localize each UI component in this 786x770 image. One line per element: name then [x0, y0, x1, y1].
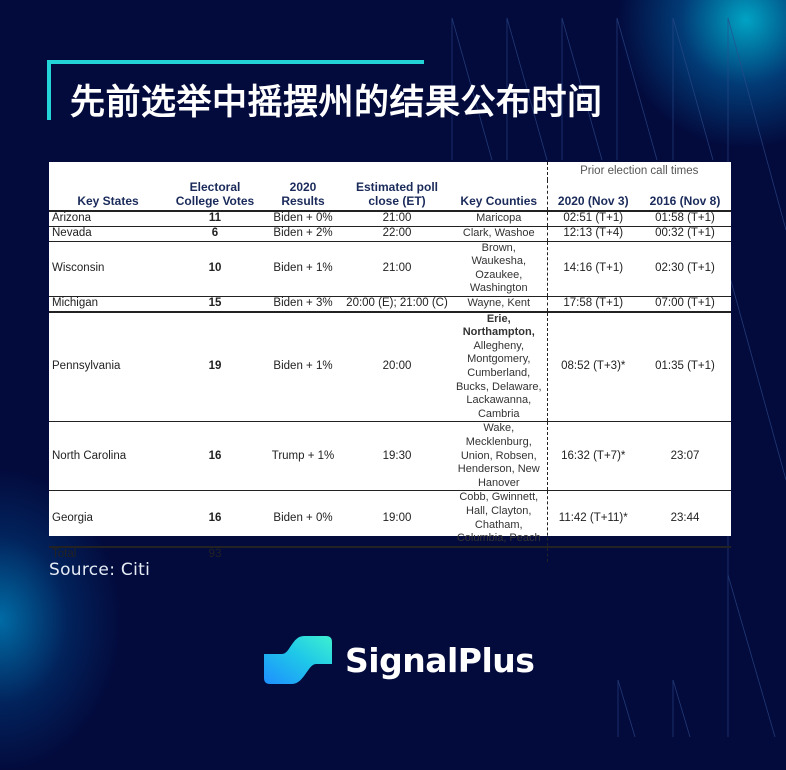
key-counties: Brown, Waukesha, Ozaukee, Washington [451, 240, 547, 297]
state-name: Michigan [49, 295, 167, 312]
call-time-2020: 11:42 (T+11)* [546, 490, 639, 547]
title-accent-bar [47, 60, 424, 64]
header-poll-close: Estimated poll close (ET) [355, 180, 438, 208]
poll-close: 20:00 (E); 21:00 (C) [343, 295, 451, 312]
call-time-2016: 23:07 [639, 421, 731, 491]
electoral-votes: 11 [167, 209, 263, 227]
poll-close: 19:30 [343, 421, 451, 491]
title-accent-bar-vertical [47, 60, 51, 120]
key-counties: Maricopa [451, 209, 547, 227]
header-electoral-votes: Electoral College Votes [175, 180, 255, 208]
electoral-votes: 16 [167, 490, 263, 547]
table-row: Wisconsin 10 Biden + 1% 21:00 Brown, Wau… [49, 240, 731, 297]
call-time-2016: 07:00 (T+1) [639, 295, 731, 312]
swing-states-table: Prior election call times Key States Ele… [49, 162, 731, 562]
electoral-votes: 15 [167, 295, 263, 312]
call-time-2020: 12:13 (T+4) [546, 225, 639, 242]
call-time-2016: 01:35 (T+1) [639, 310, 731, 422]
table-row: Pennsylvania 19 Biden + 1% 20:00 Erie, N… [49, 310, 731, 422]
prior-election-group-header: Prior election call times [546, 162, 731, 180]
call-time-2020: 17:58 (T+1) [546, 295, 639, 312]
result-2020: Trump + 1% [263, 421, 343, 491]
call-time-2016: 02:30 (T+1) [639, 240, 731, 297]
table-row: Georgia 16 Biden + 0% 19:00 Cobb, Gwinne… [49, 490, 731, 547]
call-time-2016: 00:32 (T+1) [639, 225, 731, 242]
key-counties: Clark, Washoe [451, 225, 547, 242]
header-key-counties: Key Counties [460, 194, 538, 208]
key-counties-bold: Erie, Northampton, [462, 312, 535, 339]
electoral-votes: 6 [167, 225, 263, 242]
table-row: Nevada 6 Biden + 2% 22:00 Clark, Washoe … [49, 225, 731, 242]
electoral-votes: 10 [167, 240, 263, 297]
call-time-2016: 01:58 (T+1) [639, 209, 731, 227]
header-2020-results: 2020 Results [281, 180, 325, 208]
result-2020: Biden + 3% [263, 295, 343, 312]
table-row: Arizona 11 Biden + 0% 21:00 Maricopa 02:… [49, 209, 731, 227]
header-call-2020: 2020 (Nov 3) [546, 180, 639, 211]
table-row: Michigan 15 Biden + 3% 20:00 (E); 21:00 … [49, 295, 731, 312]
header-key-states: Key States [77, 194, 139, 208]
call-time-2020: 08:52 (T+3)* [546, 310, 639, 422]
state-name: Georgia [49, 490, 167, 547]
result-2020: Biden + 2% [263, 225, 343, 242]
result-2020: Biden + 1% [263, 240, 343, 297]
poll-close: 21:00 [343, 209, 451, 227]
key-counties: Wayne, Kent [451, 295, 547, 312]
result-2020: Biden + 0% [263, 490, 343, 547]
header-call-2016: 2016 (Nov 8) [649, 194, 721, 208]
electoral-votes: 16 [167, 421, 263, 491]
state-name: Nevada [49, 225, 167, 242]
call-time-2020: 14:16 (T+1) [546, 240, 639, 297]
call-time-2016: 23:44 [639, 490, 731, 547]
poll-close: 22:00 [343, 225, 451, 242]
key-counties: Cobb, Gwinnett, Hall, Clayton, Chatham, … [451, 490, 547, 547]
poll-close: 21:00 [343, 240, 451, 297]
table-total-row: Total 93 [49, 545, 731, 562]
key-counties: Wake, Mecklenburg, Union, Robsen, Hender… [451, 421, 547, 491]
state-name: Pennsylvania [49, 310, 167, 422]
page-title: 先前选举中摇摆州的结果公布时间 [70, 83, 603, 123]
call-time-2020: 02:51 (T+1) [546, 209, 639, 227]
signalplus-logo-icon [264, 636, 332, 684]
result-2020: Biden + 0% [263, 209, 343, 227]
signalplus-logo: SignalPlus [264, 634, 535, 686]
electoral-votes: 19 [167, 310, 263, 422]
state-name: Wisconsin [49, 240, 167, 297]
state-name: North Carolina [49, 421, 167, 491]
result-2020: Biden + 1% [263, 310, 343, 422]
total-electoral-votes: 93 [167, 545, 263, 562]
call-time-2020: 16:32 (T+7)* [546, 421, 639, 491]
signalplus-logo-text: SignalPlus [345, 640, 535, 680]
key-counties: Erie, Northampton, Allegheny, Montgomery… [451, 310, 547, 422]
poll-close: 19:00 [343, 490, 451, 547]
source-caption: Source: Citi [49, 560, 151, 580]
poll-close: 20:00 [343, 310, 451, 422]
table-row: North Carolina 16 Trump + 1% 19:30 Wake,… [49, 421, 731, 491]
state-name: Arizona [49, 209, 167, 227]
